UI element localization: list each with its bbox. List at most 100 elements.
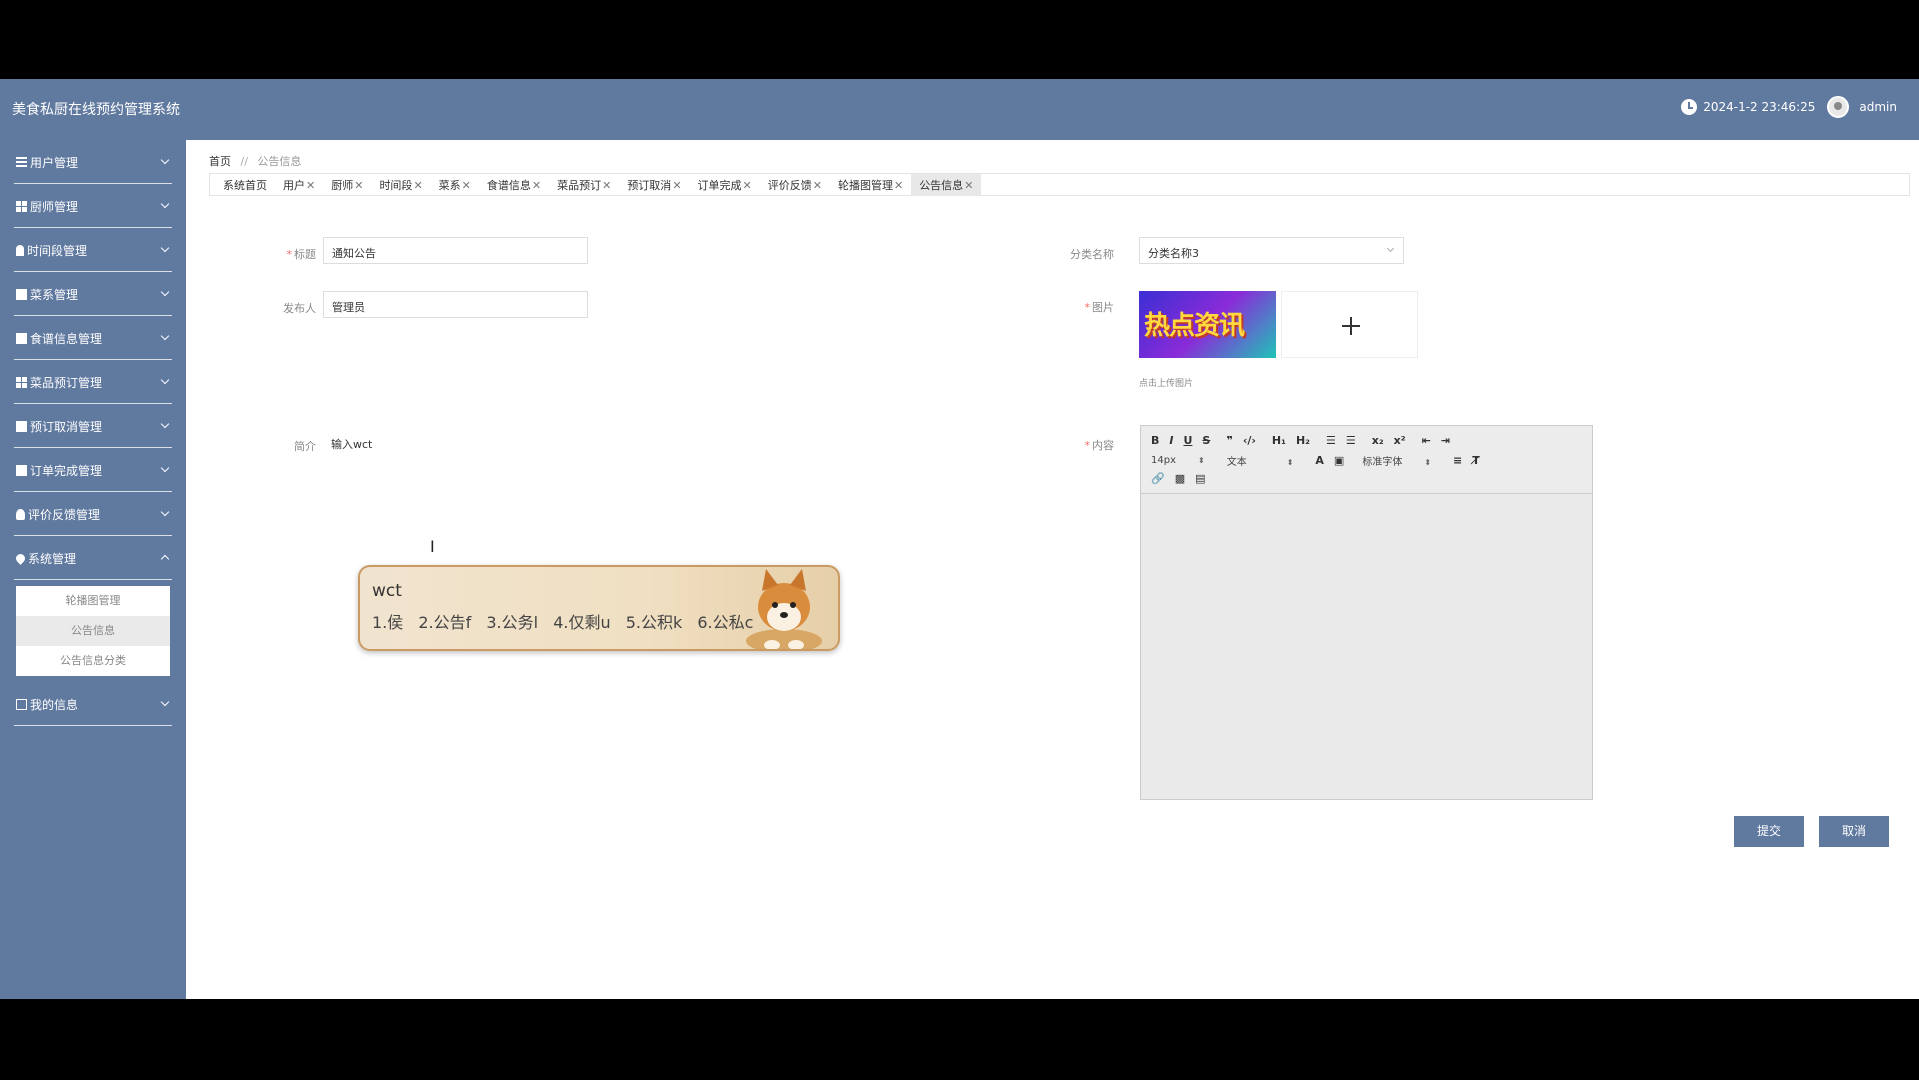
tab-chef[interactable]: 厨师✕ [323, 174, 371, 196]
close-icon[interactable]: ✕ [462, 179, 471, 192]
avatar[interactable] [1827, 96, 1850, 118]
category-label: 分类名称 [1070, 248, 1114, 261]
close-icon[interactable]: ✕ [532, 179, 541, 192]
heading2-icon[interactable]: H₂ [1296, 434, 1310, 447]
close-icon[interactable]: ✕ [743, 179, 752, 192]
tab-booking[interactable]: 菜品预订✕ [549, 174, 619, 196]
close-icon[interactable]: ✕ [672, 179, 681, 192]
heading1-icon[interactable]: H₁ [1272, 434, 1286, 447]
tab-feedback[interactable]: 评价反馈✕ [760, 174, 830, 196]
submenu-item-carousel[interactable]: 轮播图管理 [16, 586, 170, 616]
text-cursor-icon: I [430, 537, 435, 556]
tab-user[interactable]: 用户✕ [275, 174, 323, 196]
intro-textarea[interactable]: 输入wct [323, 429, 588, 519]
publisher-label: 发布人 [283, 302, 316, 315]
sidebar-item-timeslot[interactable]: 时间段管理 [0, 228, 186, 272]
submenu-item-notice[interactable]: 公告信息 [16, 616, 170, 646]
close-icon[interactable]: ✕ [894, 179, 903, 192]
username[interactable]: admin [1859, 100, 1897, 114]
sidebar-item-label: 评价反馈管理 [28, 507, 101, 522]
sidebar-item-cancel[interactable]: 预订取消管理 [0, 404, 186, 448]
square-icon [16, 332, 27, 344]
rich-text-editor[interactable]: B I U S ❞ ‹/› H₁ H₂ ☰ ☰ x₂ x² ⇤ ⇥ 14px⬍ [1140, 425, 1593, 800]
sidebar-item-booking[interactable]: 菜品预订管理 [0, 360, 186, 404]
chevron-down-icon [160, 463, 170, 473]
tab-carousel[interactable]: 轮播图管理✕ [830, 174, 911, 196]
breadcrumb-home[interactable]: 首页 [209, 155, 231, 168]
superscript-icon[interactable]: x² [1394, 434, 1406, 447]
tab-recipe[interactable]: 食谱信息✕ [479, 174, 549, 196]
submit-button[interactable]: 提交 [1734, 816, 1804, 847]
link-icon[interactable]: 🔗 [1151, 472, 1165, 485]
close-icon[interactable]: ✕ [813, 179, 822, 192]
close-icon[interactable]: ✕ [413, 179, 422, 192]
upload-add-button[interactable] [1281, 291, 1418, 358]
underline-icon[interactable]: U [1183, 434, 1192, 447]
align-icon[interactable]: ≡ [1453, 454, 1462, 467]
shiba-dog-icon [746, 569, 822, 649]
indent-decrease-icon[interactable]: ⇤ [1422, 434, 1431, 447]
category-select[interactable]: 分类名称3 [1139, 237, 1404, 264]
grid-icon [16, 200, 27, 212]
sidebar-item-system[interactable]: 系统管理 [0, 536, 186, 580]
close-icon[interactable]: ✕ [964, 179, 973, 192]
ime-candidate[interactable]: 2.公告f [418, 613, 471, 632]
indent-increase-icon[interactable]: ⇥ [1441, 434, 1450, 447]
tab-cancel[interactable]: 预订取消✕ [619, 174, 689, 196]
sidebar-item-chef[interactable]: 厨师管理 [0, 184, 186, 228]
tab-timeslot[interactable]: 时间段✕ [371, 174, 430, 196]
uploaded-image[interactable]: 热点资讯 [1139, 291, 1276, 358]
sidebar: 用户管理 厨师管理 时间段管理 菜系管理 食谱信息管理 菜品预订管理 预订取消管… [0, 140, 186, 999]
code-icon[interactable]: ‹/› [1243, 434, 1256, 447]
tab-order-complete[interactable]: 订单完成✕ [690, 174, 760, 196]
sidebar-item-cuisine[interactable]: 菜系管理 [0, 272, 186, 316]
title-input[interactable]: 通知公告 [323, 237, 588, 264]
header-right: 2024-1-2 23:46:25 admin [1681, 96, 1897, 118]
editor-toolbar: B I U S ❞ ‹/› H₁ H₂ ☰ ☰ x₂ x² ⇤ ⇥ 14px⬍ [1141, 426, 1592, 494]
card-icon [16, 698, 27, 710]
sidebar-item-order-complete[interactable]: 订单完成管理 [0, 448, 186, 492]
tab-cuisine[interactable]: 菜系✕ [431, 174, 479, 196]
tab-home[interactable]: 系统首页 [215, 174, 275, 196]
close-icon[interactable]: ✕ [354, 179, 363, 192]
font-size-select[interactable]: 14px ⬍ [1151, 455, 1205, 466]
subscript-icon[interactable]: x₂ [1372, 434, 1384, 447]
sidebar-item-label: 时间段管理 [27, 243, 88, 258]
ime-candidate[interactable]: 5.公积k [626, 613, 683, 632]
strikethrough-icon[interactable]: S [1202, 434, 1210, 447]
font-color-icon[interactable]: A [1315, 454, 1324, 467]
close-icon[interactable]: ✕ [306, 179, 315, 192]
sidebar-item-user[interactable]: 用户管理 [0, 140, 186, 184]
ordered-list-icon[interactable]: ☰ [1326, 434, 1336, 447]
publisher-input[interactable]: 管理员 [323, 291, 588, 318]
chevron-down-icon [160, 199, 170, 209]
tab-notice[interactable]: 公告信息✕ [911, 173, 982, 196]
bold-icon[interactable]: B [1151, 434, 1159, 447]
sidebar-item-recipe[interactable]: 食谱信息管理 [0, 316, 186, 360]
ime-candidate[interactable]: 1.侯 [372, 613, 403, 632]
breadcrumb-separator: // [240, 155, 248, 168]
close-icon[interactable]: ✕ [602, 179, 611, 192]
system-submenu: 轮播图管理 公告信息 公告信息分类 [16, 586, 170, 676]
thumb-icon [16, 288, 27, 300]
chevron-down-icon [160, 375, 170, 385]
background-color-icon[interactable]: ▣ [1334, 454, 1344, 467]
italic-icon[interactable]: I [1169, 434, 1173, 447]
sidebar-item-label: 我的信息 [30, 697, 79, 712]
sidebar-item-my-info[interactable]: 我的信息 [0, 682, 186, 726]
pin-icon [16, 244, 24, 256]
video-icon[interactable]: ▤ [1195, 472, 1205, 485]
cancel-button[interactable]: 取消 [1819, 816, 1889, 847]
ime-candidate[interactable]: 3.公务l [486, 613, 538, 632]
bullet-list-icon[interactable]: ☰ [1346, 434, 1356, 447]
image-icon[interactable]: ▩ [1175, 472, 1185, 485]
submenu-item-notice-category[interactable]: 公告信息分类 [16, 646, 170, 676]
title-label: * 标题 [286, 248, 317, 261]
clear-format-icon[interactable]: T̸ [1472, 454, 1480, 467]
ime-candidate[interactable]: 4.仅剩u [553, 613, 610, 632]
category-select-value: 分类名称3 [1148, 247, 1199, 260]
sidebar-item-feedback[interactable]: 评价反馈管理 [0, 492, 186, 536]
font-family-select[interactable]: 标准字体 ⬍ [1362, 453, 1431, 468]
blockquote-icon[interactable]: ❞ [1226, 434, 1232, 447]
block-type-select[interactable]: 文本 ⬍ [1227, 453, 1294, 468]
